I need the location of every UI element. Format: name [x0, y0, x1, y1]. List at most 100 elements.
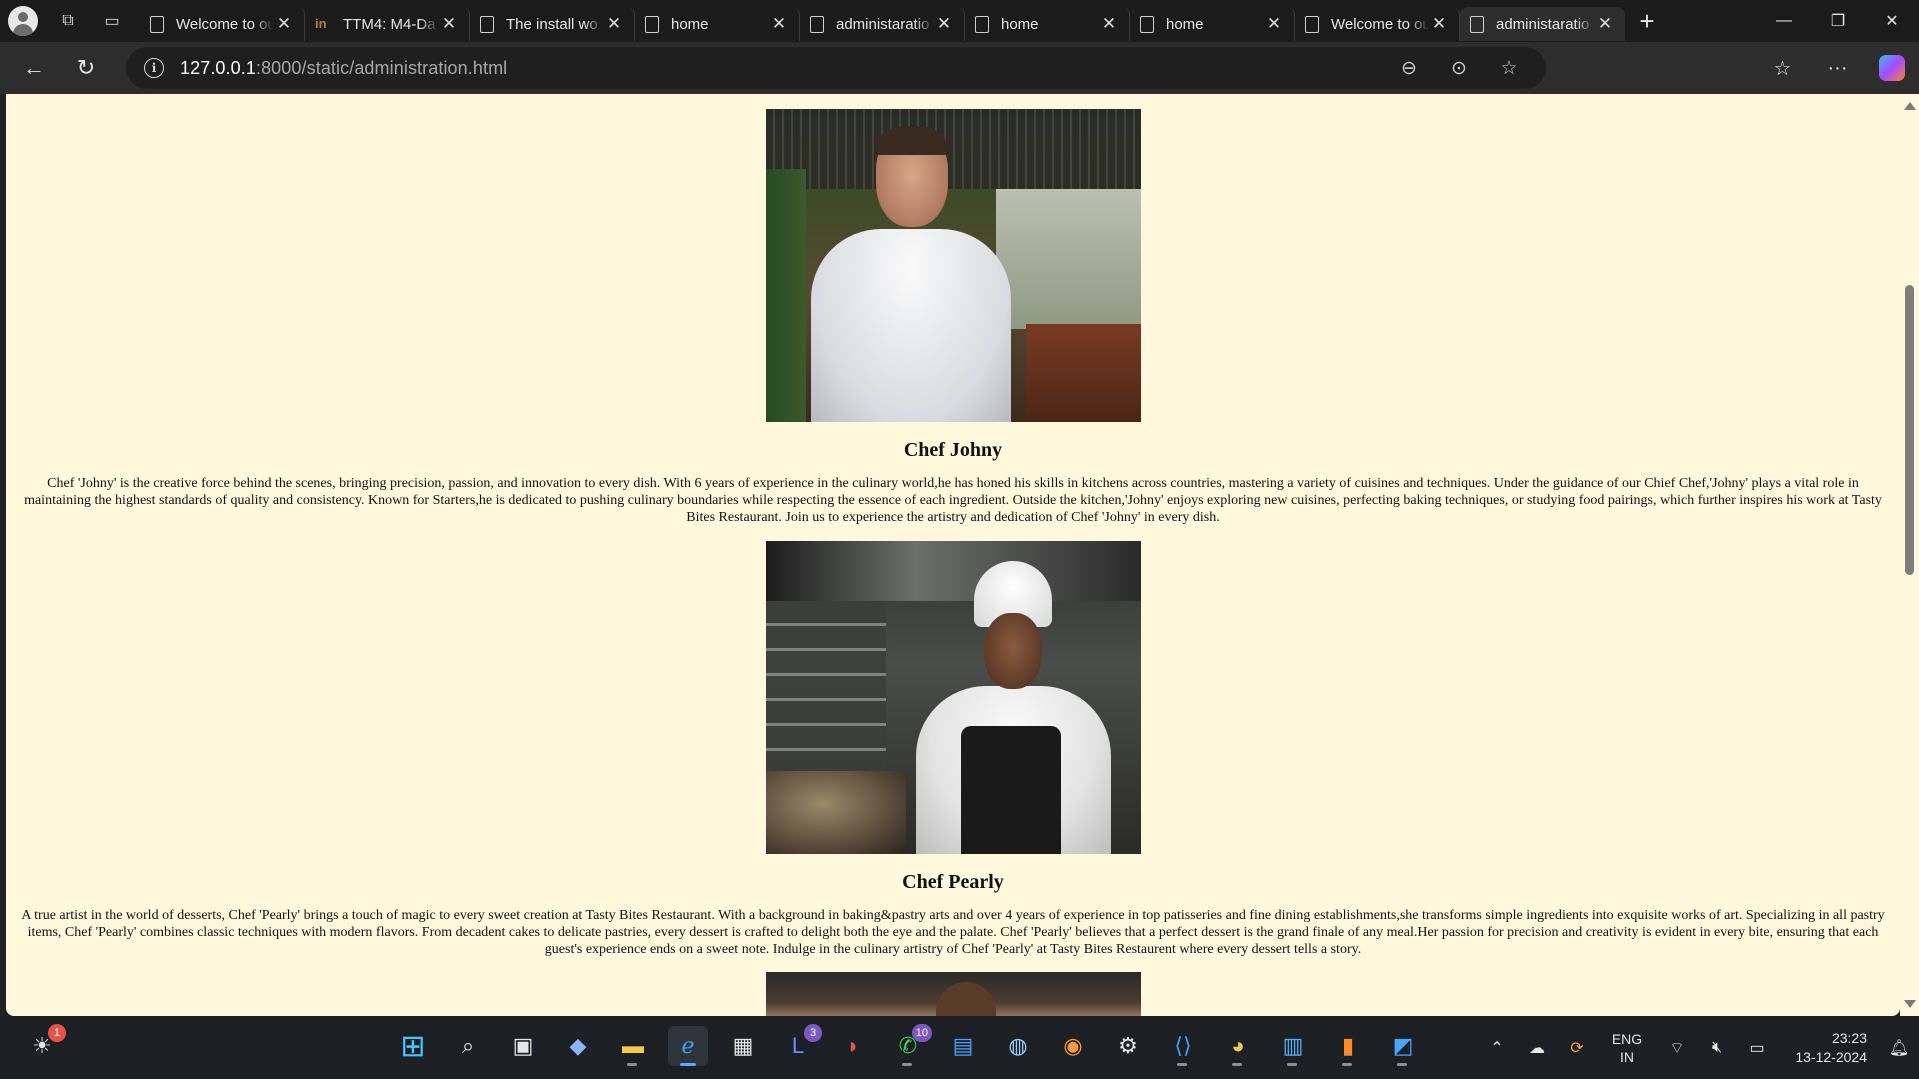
address-bar[interactable]: i 127.0.0.1:8000/static/administration.h… — [126, 47, 1546, 89]
tab[interactable]: Welcome to our ✕ — [140, 7, 305, 41]
running-indicator — [680, 1063, 696, 1066]
tab[interactable]: home ✕ — [635, 7, 800, 41]
weather-badge: 1 — [48, 1024, 66, 1042]
clock[interactable]: 23:23 13-12-2024 — [1777, 1029, 1867, 1067]
edge-browser-icon[interactable]: ℯ — [668, 1026, 708, 1066]
minimize-icon[interactable]: — — [1757, 0, 1811, 42]
teams-icon[interactable]: L3 — [778, 1024, 822, 1066]
wifi-icon[interactable]: ⌔ — [1657, 1038, 1697, 1058]
chef-pearly-photo — [765, 541, 1141, 854]
zoom-out-icon[interactable]: ⊖ — [1384, 57, 1434, 80]
whatsapp-icon[interactable]: ✆ 10 — [888, 1024, 932, 1066]
new-tab-button[interactable]: + — [1625, 0, 1669, 42]
scroll-down-arrow-icon[interactable] — [1904, 1000, 1916, 1008]
photo-detail — [935, 982, 996, 1016]
copilot-app-icon[interactable]: ◆ — [558, 1026, 598, 1066]
close-tab-icon[interactable]: ✕ — [769, 14, 789, 34]
network-app-icon[interactable]: ◍ — [998, 1026, 1038, 1066]
chef-card — [6, 958, 1900, 1016]
close-tab-icon[interactable]: ✕ — [274, 14, 294, 34]
vertical-scrollbar[interactable] — [1900, 94, 1919, 1016]
copilot-icon[interactable] — [1879, 55, 1905, 81]
chef-card: Chef Johny Chef 'Johny' is the creative … — [6, 94, 1900, 526]
close-tab-icon[interactable]: ✕ — [1595, 14, 1615, 34]
more-menu-icon[interactable]: ··· — [1810, 48, 1865, 88]
chef-card: Chef Pearly A true artist in the world o… — [6, 526, 1900, 958]
chef-name: Chef Johny — [903, 439, 1003, 461]
back-button[interactable]: ← — [8, 48, 60, 88]
store-icon[interactable]: ▦ — [723, 1026, 763, 1066]
task-view-icon[interactable]: ▣ — [503, 1026, 543, 1066]
search-icon[interactable]: ⌕ — [448, 1026, 488, 1066]
chef-photo-partial — [765, 972, 1141, 1016]
tab[interactable]: Welcome to our ✕ — [1295, 7, 1460, 41]
close-tab-icon[interactable]: ✕ — [1099, 14, 1119, 34]
tab-label: The install wo — [506, 15, 598, 33]
clock-time: 23:23 — [1831, 1029, 1867, 1046]
media-app-icon[interactable]: ▤ — [943, 1026, 983, 1066]
running-indicator — [1342, 1063, 1352, 1066]
tab[interactable]: home ✕ — [965, 7, 1130, 41]
scroll-up-arrow-icon[interactable] — [1904, 102, 1916, 110]
close-tab-icon[interactable]: ✕ — [604, 14, 624, 34]
notifications-bell-icon[interactable]: 🔔︎ — [1879, 1038, 1919, 1058]
vertical-tabs-icon[interactable]: ▭ — [90, 0, 134, 42]
photo-detail — [765, 109, 1141, 189]
tab[interactable]: in TTM4: M4-Da ✕ — [305, 7, 470, 41]
onedrive-cloud-icon[interactable]: ☁ — [1517, 1038, 1557, 1058]
tab-label: administaratio — [1496, 15, 1590, 33]
xampp-icon[interactable]: ▮ — [1328, 1026, 1368, 1066]
notepad-icon[interactable]: ▥ — [1273, 1026, 1313, 1066]
tab-label: home — [1001, 15, 1039, 33]
battery-icon[interactable]: ▭ — [1737, 1038, 1777, 1058]
profile-avatar-icon — [8, 6, 38, 36]
browser-window: ⧉ ▭ Welcome to our ✕ in TTM4: M4-Da ✕ The i… — [0, 0, 1919, 1079]
chrome-icon[interactable]: ◕ — [1218, 1026, 1258, 1066]
favorites-icon[interactable]: ☆ — [1755, 48, 1810, 88]
tab[interactable]: home ✕ — [1130, 7, 1295, 41]
page-icon — [1305, 15, 1319, 33]
language-indicator[interactable]: ENG IN — [1597, 1030, 1657, 1066]
sync-icon[interactable]: ⟳ — [1557, 1038, 1597, 1058]
url-path: :8000/static/administration.html — [255, 57, 508, 78]
close-tab-icon[interactable]: ✕ — [439, 14, 459, 34]
address-bar-actions: ⊖ ⊙ ☆ — [1384, 47, 1534, 89]
photo-detail — [810, 229, 1011, 422]
start-windows-icon[interactable]: ⊞ — [393, 1026, 433, 1066]
photo-detail — [765, 771, 906, 854]
running-indicator — [902, 1063, 912, 1066]
mcafee-icon[interactable]: ◗ — [833, 1026, 873, 1066]
close-window-icon[interactable]: ✕ — [1865, 0, 1919, 42]
running-indicator — [627, 1063, 637, 1066]
site-info-icon[interactable]: i — [144, 58, 164, 78]
page-icon — [975, 15, 989, 33]
tab-list: Welcome to our ✕ in TTM4: M4-Da ✕ The insta… — [140, 0, 1625, 42]
workspaces-icon[interactable]: ⧉ — [46, 0, 90, 42]
close-tab-icon[interactable]: ✕ — [1264, 14, 1284, 34]
chatgpt-icon[interactable]: ⚙ — [1108, 1026, 1148, 1066]
close-tab-icon[interactable]: ✕ — [934, 14, 954, 34]
weather-widget-icon[interactable]: ☀ 1 — [22, 1024, 66, 1066]
firefox-icon[interactable]: ◉ — [1053, 1026, 1093, 1066]
vscode-icon[interactable]: ⟨⟩ — [1163, 1026, 1203, 1066]
tab[interactable]: The install wo ✕ — [470, 7, 635, 41]
volume-muted-icon[interactable]: 🔇︎ — [1697, 1039, 1737, 1057]
paint-icon[interactable]: ◩ — [1383, 1026, 1423, 1066]
profile-button[interactable] — [0, 0, 46, 42]
file-explorer-icon[interactable]: ▬ — [613, 1026, 653, 1066]
page-icon — [480, 15, 494, 33]
favorite-star-icon[interactable]: ☆ — [1484, 57, 1534, 80]
url-text[interactable]: 127.0.0.1:8000/static/administration.htm… — [180, 58, 507, 79]
refresh-button[interactable]: ↻ — [60, 48, 112, 88]
running-indicator — [1177, 1063, 1187, 1066]
show-hidden-icons-chevron-icon[interactable]: ⌃ — [1477, 1038, 1517, 1058]
tab[interactable]: administaratio ✕ — [800, 7, 965, 41]
restore-icon[interactable]: ❐ — [1811, 0, 1865, 42]
page-icon — [150, 15, 164, 33]
tab-active[interactable]: administaratio ✕ — [1460, 7, 1625, 41]
reading-mode-icon[interactable]: ⊙ — [1434, 57, 1484, 80]
close-tab-icon[interactable]: ✕ — [1429, 14, 1449, 34]
scrollbar-thumb[interactable] — [1905, 285, 1914, 575]
page-icon — [645, 15, 659, 33]
photo-detail — [765, 541, 1141, 601]
